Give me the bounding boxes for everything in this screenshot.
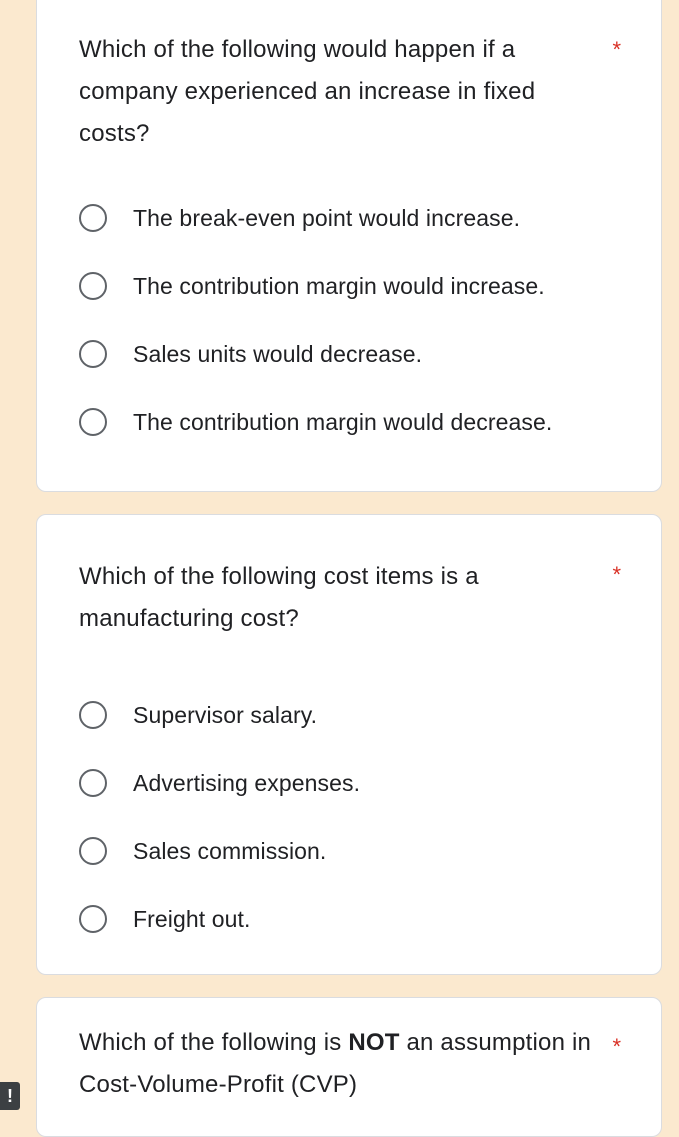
required-asterisk: * (612, 1034, 621, 1059)
radio-option[interactable]: Sales commission. (79, 817, 641, 885)
question-card-3: Which of the following is NOT an assumpt… (36, 997, 662, 1137)
question-card-1: Which of the following would happen if a… (36, 0, 662, 492)
option-label[interactable]: The break-even point would increase. (133, 205, 520, 232)
radio-option[interactable]: Advertising expenses. (79, 749, 641, 817)
radio-button[interactable] (79, 340, 107, 368)
question-3-emphasis: NOT (348, 1029, 400, 1056)
required-asterisk: * (612, 37, 621, 62)
question-2-title: Which of the following cost items is a m… (79, 563, 479, 632)
option-label[interactable]: Advertising expenses. (133, 770, 360, 797)
radio-option[interactable]: The contribution margin would decrease. (79, 388, 641, 456)
alert-icon[interactable]: ! (0, 1082, 20, 1110)
option-label[interactable]: The contribution margin would increase. (133, 273, 545, 300)
radio-option[interactable]: The contribution margin would increase. (79, 252, 641, 320)
radio-option[interactable]: Sales units would decrease. (79, 320, 641, 388)
option-label[interactable]: Supervisor salary. (133, 702, 317, 729)
radio-button[interactable] (79, 769, 107, 797)
required-asterisk: * (612, 562, 621, 587)
radio-option[interactable]: Supervisor salary. (79, 681, 641, 749)
option-label[interactable]: Sales commission. (133, 838, 326, 865)
radio-button[interactable] (79, 272, 107, 300)
radio-option[interactable]: Freight out. (79, 885, 641, 953)
radio-button[interactable] (79, 701, 107, 729)
question-2-options: Supervisor salary. Advertising expenses.… (79, 681, 641, 953)
radio-button[interactable] (79, 905, 107, 933)
radio-option[interactable]: The break-even point would increase. (79, 184, 641, 252)
question-3-title: Which of the following is NOT an assumpt… (79, 1022, 599, 1106)
radio-button[interactable] (79, 204, 107, 232)
radio-button[interactable] (79, 837, 107, 865)
question-1-title: Which of the following would happen if a… (79, 36, 536, 147)
question-3-text-start: Which of the following is (79, 1029, 349, 1056)
option-label[interactable]: The contribution margin would decrease. (133, 409, 552, 436)
option-label[interactable]: Freight out. (133, 906, 251, 933)
question-1-options: The break-even point would increase. The… (79, 184, 641, 456)
radio-button[interactable] (79, 408, 107, 436)
question-card-2: Which of the following cost items is a m… (36, 514, 662, 975)
option-label[interactable]: Sales units would decrease. (133, 341, 422, 368)
